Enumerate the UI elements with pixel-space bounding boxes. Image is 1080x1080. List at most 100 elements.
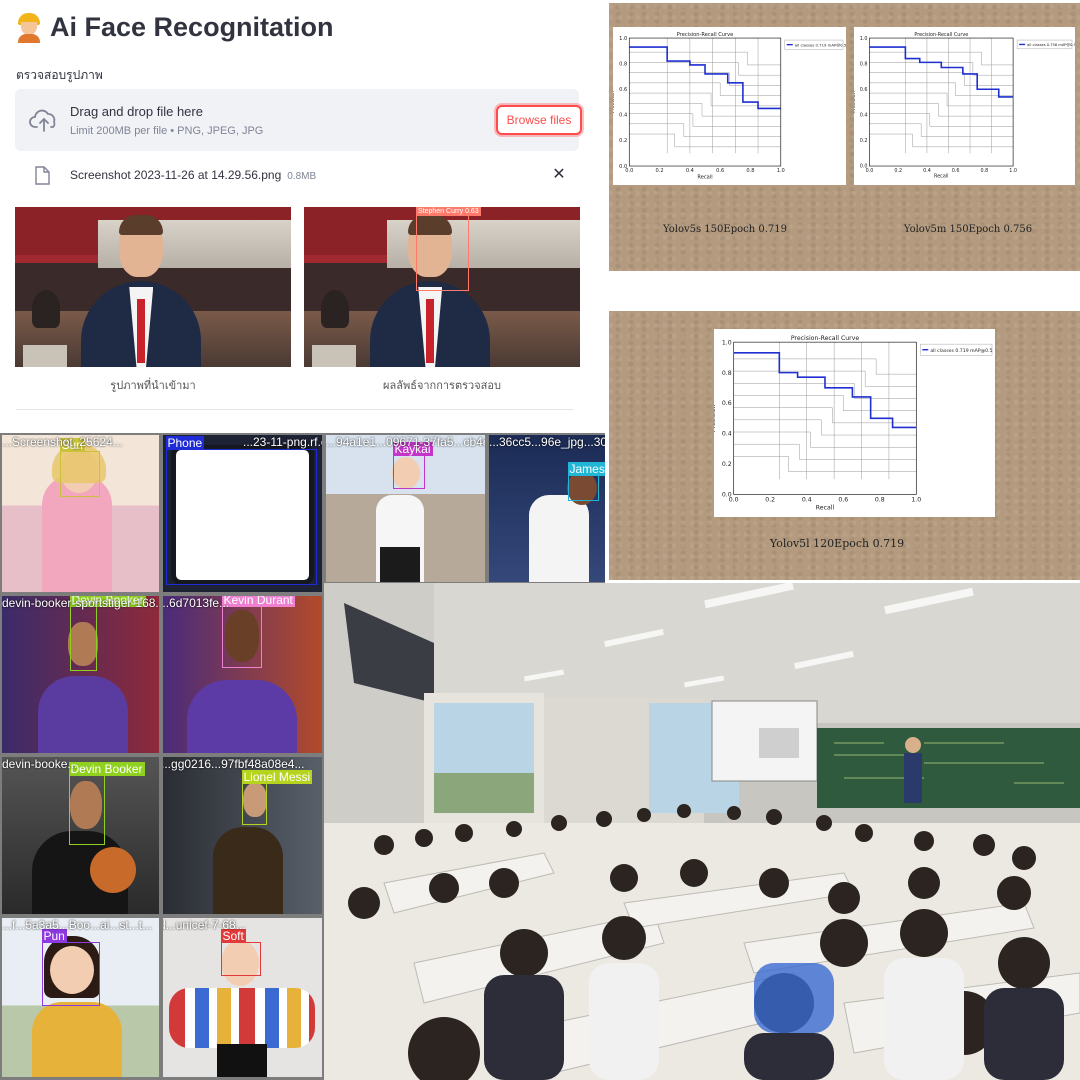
detection-filename: ...wnds...gg0216...97fbf48a08e4... xyxy=(163,757,305,771)
x-tick-label: 1.0 xyxy=(777,168,785,174)
pr-caption-yolov5l: Yolov5l 120Epoch 0.719 xyxy=(769,537,905,550)
y-tick-label: 1.0 xyxy=(619,36,627,42)
y-tick-label: 0.4 xyxy=(619,113,627,119)
chart-title: Precision-Recall Curve xyxy=(914,32,968,38)
pr-curves-panel-top: Precision-Recall Curve 0.0 0.0 0.2 0.2 0.4 0.4… xyxy=(609,3,1080,271)
x-tick-label: 0.2 xyxy=(894,168,902,174)
classroom-photo xyxy=(324,583,1080,1080)
detection-tile: Kevin Durant ...d...ebatekbo...6d7013fe.… xyxy=(163,596,322,753)
detection-filename: ...Screenshot_25624... xyxy=(2,435,123,449)
y-tick-label: 0.2 xyxy=(722,461,732,468)
classroom-illustration xyxy=(324,583,1080,1080)
detection-label: Stephen Curry 0.63 xyxy=(416,207,481,216)
input-image-caption: รูปภาพที่นำเข้ามา xyxy=(110,380,196,392)
legend-label: all classes 0.719 mAP@0.5 xyxy=(930,348,992,354)
pr-curves-panel-bottom: Precision-Recall Curve 0.0 0.0 0.2 0.2 0.4 0.4… xyxy=(609,311,1080,580)
detection-box: Sun xyxy=(59,438,100,497)
x-tick-label: 1.0 xyxy=(911,497,921,504)
dropzone-instructions: Drag and drop file here xyxy=(70,104,203,119)
detection-filename: ...94a1e1...09671-37fa5...cb4e... xyxy=(326,435,485,449)
detection-box: Soft xyxy=(220,929,261,976)
uploaded-file-name: Screenshot 2023-11-26 at 14.29.56.png 0.8… xyxy=(70,168,316,182)
y-tick-label: 1.0 xyxy=(722,339,732,346)
input-image xyxy=(15,207,291,367)
x-tick-label: 0.8 xyxy=(981,168,989,174)
x-axis-label: Recall xyxy=(697,174,712,180)
chart-title: Precision-Recall Curve xyxy=(791,335,860,342)
detection-filename: ...23-11-png.rf.ca8a0... xyxy=(243,435,322,449)
face-detection-box: Stephen Curry 0.63 xyxy=(416,207,481,291)
detection-tile: Devin Booker devin-booke... xyxy=(2,757,159,914)
detection-tile: Lionel Messi ...wnds...gg0216...97fbf48a… xyxy=(163,757,322,914)
chart-title: Precision-Recall Curve xyxy=(677,32,734,38)
file-dropzone[interactable]: Drag and drop file here Limit 200MB per … xyxy=(15,89,582,151)
detection-box: Pun xyxy=(41,929,100,1006)
file-name-text: Screenshot 2023-11-26 at 14.29.56.png xyxy=(70,168,282,182)
x-tick-label: 0.8 xyxy=(746,168,754,174)
detection-tile: Devin Booker devin-booker-sportstiger-16… xyxy=(2,596,159,753)
x-tick-label: 0.4 xyxy=(923,168,931,174)
detection-label: Lionel Messi xyxy=(241,770,313,784)
x-tick-label: 0.2 xyxy=(765,497,775,504)
detection-filename: devin-booke... xyxy=(2,757,78,771)
y-tick-label: 0.0 xyxy=(722,492,732,499)
detection-box: Phone xyxy=(165,436,317,585)
y-axis-label: Precision xyxy=(613,91,616,114)
detection-filename: devin-booker-sportstiger-168... xyxy=(2,596,159,610)
y-axis-label: Precision xyxy=(854,91,857,113)
x-tick-label: 0.6 xyxy=(838,497,848,504)
detection-filename: ...f...5a3a5...Boo...ai...st...t... xyxy=(2,918,153,932)
app-header: Ai Face Recognitation xyxy=(16,12,334,43)
detection-tile: Kaykai ...94a1e1...09671-37fa5...cb4e... xyxy=(326,435,485,582)
x-tick-label: 0.6 xyxy=(716,168,724,174)
pr-caption-yolov5s: Yolov5s 150Epoch 0.719 xyxy=(663,224,787,235)
file-icon xyxy=(35,166,50,185)
divider xyxy=(16,409,574,410)
detection-box: James xyxy=(567,462,605,501)
detection-label: Kevin Durant xyxy=(221,596,295,607)
y-tick-label: 0.0 xyxy=(860,164,868,170)
detection-tile: Sun ...Screenshot_25624... xyxy=(2,435,159,592)
detection-box: Devin Booker xyxy=(69,596,146,671)
remove-file-close-icon[interactable]: ✕ xyxy=(551,164,567,184)
pr-chart-yolov5s: Precision-Recall Curve0.00.00.20.20.40.4… xyxy=(613,27,846,185)
detection-tile: James ...36cc5...96e_jpg...307... xyxy=(489,435,605,582)
detection-tile: Phone ...23-11-png.rf.ca8a0... xyxy=(163,435,322,592)
face-recognition-app: Ai Face Recognitation ตรวจสอบรูปภาพ Drag… xyxy=(0,0,600,430)
detection-label: Devin Booker xyxy=(68,762,145,776)
legend-label: all classes 0.756 mAP@0.5 xyxy=(1027,43,1075,47)
y-tick-label: 0.6 xyxy=(722,400,732,407)
detection-filename: ...36cc5...96e_jpg...307... xyxy=(489,435,605,449)
uploader-label: ตรวจสอบรูปภาพ xyxy=(16,68,103,82)
y-tick-label: 0.0 xyxy=(619,164,627,170)
y-tick-label: 0.4 xyxy=(722,431,732,438)
x-tick-label: 1.0 xyxy=(1009,168,1017,174)
y-tick-label: 0.4 xyxy=(860,113,868,119)
detection-box: Kaykai xyxy=(392,442,433,489)
y-tick-label: 0.8 xyxy=(860,61,868,67)
detection-label: Phone xyxy=(165,436,205,450)
x-tick-label: 0.8 xyxy=(875,497,885,504)
x-tick-label: 0.6 xyxy=(952,168,960,174)
page-title: Ai Face Recognitation xyxy=(50,12,334,42)
y-tick-label: 0.8 xyxy=(722,370,732,377)
detection-label: James xyxy=(567,462,605,476)
file-size: 0.8MB xyxy=(287,171,317,182)
detection-box: Devin Booker xyxy=(68,762,145,845)
y-tick-label: 0.2 xyxy=(860,138,868,144)
y-tick-label: 0.8 xyxy=(619,61,627,67)
y-tick-label: 0.2 xyxy=(619,138,627,144)
x-axis-label: Recall xyxy=(934,174,949,180)
y-tick-label: 0.6 xyxy=(619,87,627,93)
x-tick-label: 0.4 xyxy=(802,497,812,504)
detection-filename: ...boi...d...unicef-7-68... xyxy=(163,918,246,932)
browse-files-button[interactable]: Browse files xyxy=(496,105,582,135)
uploaded-file-row: Screenshot 2023-11-26 at 14.29.56.png 0.8… xyxy=(15,160,579,190)
x-tick-label: 0.4 xyxy=(686,168,694,174)
y-tick-label: 0.6 xyxy=(860,87,868,93)
pr-chart-yolov5l: Precision-Recall Curve0.00.00.20.20.40.4… xyxy=(714,329,995,517)
construction-worker-icon xyxy=(16,12,42,43)
legend-label: all classes 0.719 mAP@0.5 xyxy=(795,42,846,47)
x-axis-label: Recall xyxy=(816,504,835,511)
detection-filename: ...d...ebatekbo...6d7013fe... xyxy=(163,596,230,610)
